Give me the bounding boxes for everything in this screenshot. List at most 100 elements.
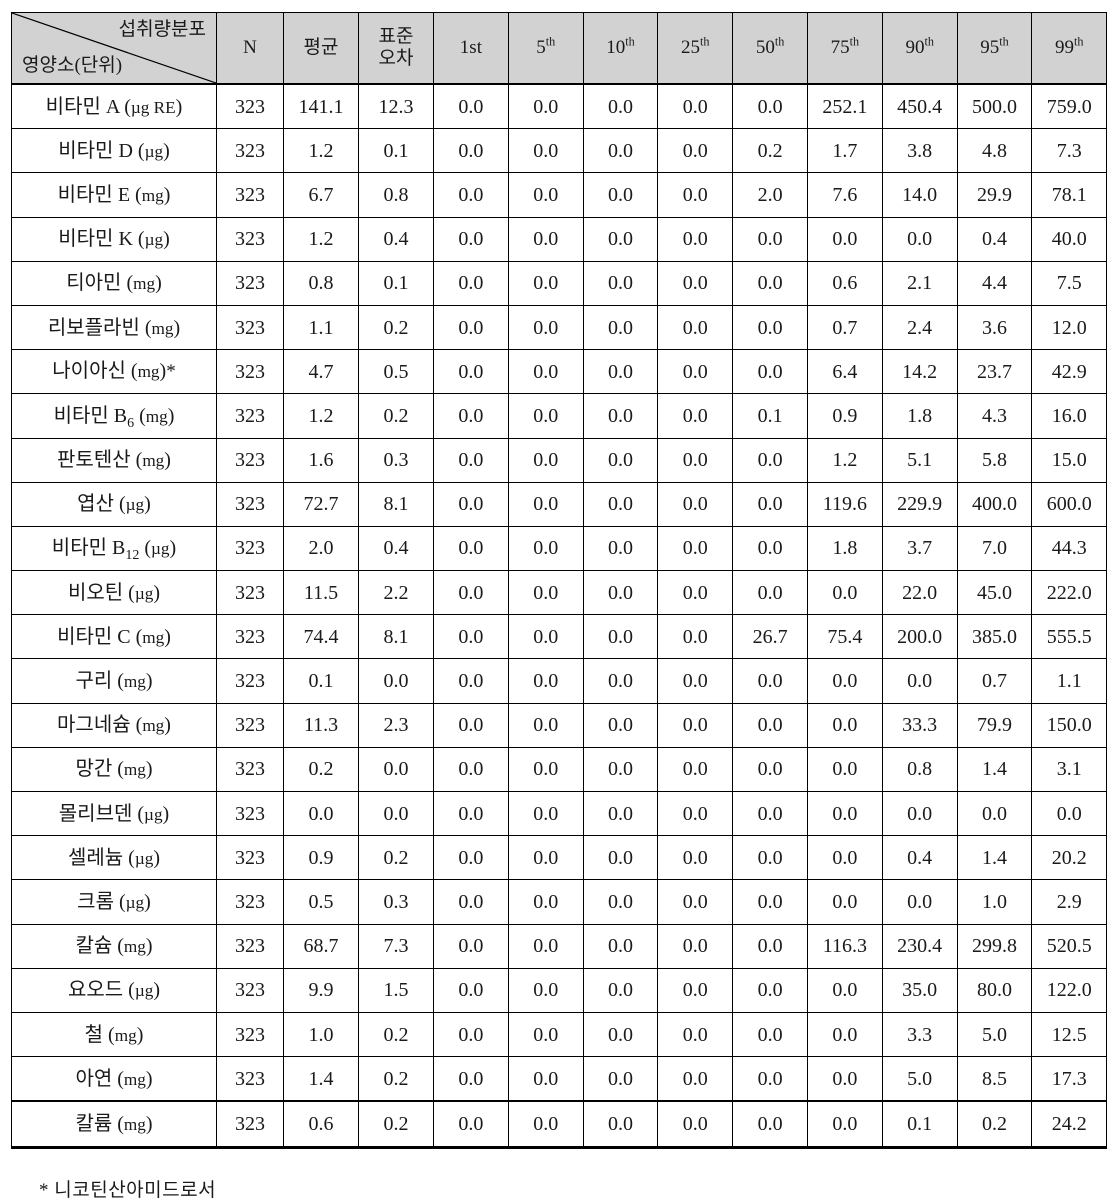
value-cell-p10: 0.0 [582, 525, 659, 572]
value-cell-p95: 1.4 [956, 746, 1033, 793]
value-cell-p25: 0.0 [657, 614, 734, 660]
value-cell-p75: 1.7 [806, 128, 883, 174]
value-cell-p25: 0.0 [657, 481, 734, 527]
value-cell-p25: 0.0 [657, 967, 734, 1013]
value-cell-p75: 0.0 [806, 658, 883, 704]
nutrient-name: 셀레늄 [67, 846, 124, 869]
value-cell-p99: 0.0 [1031, 790, 1107, 837]
value-cell-mean: 0.8 [283, 260, 359, 306]
value-cell-p10: 0.0 [582, 83, 659, 130]
p1-label: 1st [459, 36, 482, 58]
nutrient-unit: µg [125, 495, 145, 515]
value-cell-p5: 0.0 [507, 967, 584, 1013]
value-cell-n: 323 [216, 879, 284, 925]
value-cell-p50: 2.0 [732, 172, 808, 218]
value-cell-p50: 0.0 [732, 790, 808, 837]
se-line-2: 오차 [378, 48, 414, 69]
nutrient-unit: µg [151, 539, 170, 559]
value-cell-p95: 79.9 [956, 702, 1033, 748]
nutrient-name-cell: 비타민 E (mg) [11, 172, 217, 218]
value-cell-p50: 0.0 [732, 570, 808, 616]
value-cell-mean: 0.5 [283, 879, 359, 925]
value-cell-p5: 0.0 [507, 216, 584, 262]
value-cell-mean: 1.2 [283, 393, 359, 439]
table-row: 철 (mg) 323 1.0 0.2 0.0 0.0 0.0 0.0 0.0 0.0 3.3 5.0 1… [11, 1011, 1107, 1058]
value-cell-p95: 5.8 [956, 437, 1033, 483]
value-cell-p95: 4.3 [956, 393, 1033, 439]
value-cell-mean: 1.1 [283, 304, 359, 351]
nutrient-name: 비타민 C [57, 625, 131, 648]
value-cell-p5: 0.0 [507, 614, 584, 660]
corner-bottom-label: 영양소(단위) [22, 54, 123, 76]
value-cell-se: 0.0 [358, 658, 434, 704]
nutrient-name-cell: 비타민 D (µg) [11, 128, 217, 174]
nutrient-unit: mg [142, 716, 165, 736]
value-cell-p1: 0.0 [433, 923, 509, 969]
value-cell-p5: 0.0 [507, 525, 584, 572]
value-cell-p99: 520.5 [1031, 923, 1107, 969]
table-footnote: * 니코틴산아미드로서 [39, 1179, 217, 1201]
value-cell-p1: 0.0 [433, 260, 509, 306]
value-cell-p90: 14.2 [881, 349, 958, 395]
value-cell-p1: 0.0 [433, 349, 509, 395]
value-cell-p99: 44.3 [1031, 525, 1107, 572]
value-cell-p99: 3.1 [1031, 746, 1107, 793]
value-cell-p90: 22.0 [881, 570, 958, 616]
value-cell-p95: 385.0 [956, 614, 1033, 660]
value-cell-se: 2.3 [358, 702, 434, 748]
nutrient-name: 티아민 [66, 272, 122, 295]
value-cell-p5: 0.0 [507, 481, 584, 527]
nutrient-name: 리보플라빈 [47, 316, 140, 339]
value-cell-n: 323 [216, 1056, 284, 1102]
nutrient-unit: mg [133, 274, 156, 294]
corner-top-label: 섭취량분포 [118, 19, 206, 40]
value-cell-p10: 0.0 [582, 746, 659, 793]
value-cell-n: 323 [216, 658, 284, 704]
table-row: 몰리브덴 (µg) 323 0.0 0.0 0.0 0.0 0.0 0.0 0.0 0.0 0.0 0… [11, 790, 1107, 837]
value-cell-p90: 0.4 [881, 835, 958, 881]
value-cell-p95: 80.0 [956, 967, 1033, 1013]
value-cell-p5: 0.0 [507, 570, 584, 616]
value-cell-p95: 8.5 [956, 1056, 1033, 1102]
value-cell-p5: 0.0 [507, 1011, 584, 1058]
nutrient-name: 비타민 E [57, 183, 131, 206]
p99-sup: th [1074, 34, 1084, 49]
value-cell-p75: 0.0 [806, 1100, 883, 1149]
nutrient-name: 판토텐산 [57, 449, 131, 472]
value-cell-p95: 4.4 [956, 260, 1033, 306]
value-cell-se: 0.2 [358, 1100, 434, 1149]
value-cell-p90: 1.8 [881, 393, 958, 439]
table-row: 크롬 (µg) 323 0.5 0.3 0.0 0.0 0.0 0.0 0.0 0.0 0.0 1.0… [11, 879, 1107, 925]
nutrient-name: 비타민 D [58, 139, 133, 162]
value-cell-p90: 14.0 [881, 172, 958, 218]
p50-sup: th [774, 34, 785, 49]
value-cell-p25: 0.0 [657, 1100, 734, 1149]
table-row: 마그네슘 (mg) 323 11.3 2.3 0.0 0.0 0.0 0.0 0.0 0.0 33.… [11, 702, 1107, 748]
nutrient-unit: µg [144, 141, 164, 161]
value-cell-p95: 0.0 [956, 790, 1033, 837]
value-cell-mean: 11.5 [283, 570, 359, 616]
value-cell-p10: 0.0 [582, 702, 659, 748]
value-cell-p10: 0.0 [582, 614, 659, 660]
value-cell-n: 323 [216, 525, 284, 572]
value-cell-p75: 0.7 [806, 304, 883, 351]
value-cell-mean: 0.0 [283, 790, 359, 837]
se-line-1: 표준 [378, 25, 414, 47]
nutrient-unit: µg [134, 583, 154, 603]
value-cell-p50: 0.0 [732, 702, 808, 748]
column-header-p10: 10th [582, 12, 659, 85]
nutrient-name-cell: 크롬 (µg) [11, 879, 217, 925]
value-cell-p90: 3.8 [881, 128, 958, 174]
value-cell-mean: 1.2 [283, 216, 359, 262]
value-cell-p25: 0.0 [657, 702, 734, 748]
value-cell-p10: 0.0 [582, 835, 659, 881]
value-cell-p50: 0.0 [732, 967, 808, 1013]
value-cell-p99: 40.0 [1031, 216, 1107, 262]
nutrient-name: 비타민 A [45, 95, 120, 118]
value-cell-se: 0.3 [358, 437, 434, 483]
value-cell-p75: 75.4 [806, 614, 883, 660]
value-cell-p10: 0.0 [582, 1100, 659, 1149]
nutrient-unit: mg [123, 937, 146, 957]
nutrient-name-cell: 비타민 C (mg) [11, 614, 217, 660]
value-cell-p99: 42.9 [1031, 349, 1107, 395]
